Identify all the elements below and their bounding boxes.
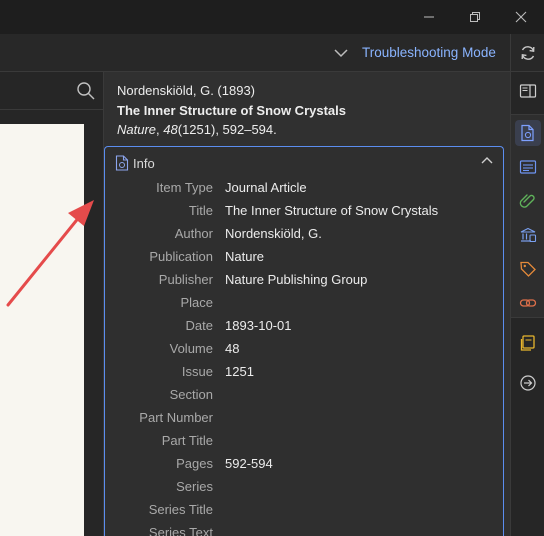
nav-libraries-button[interactable] bbox=[515, 222, 541, 248]
nav-related-button[interactable] bbox=[515, 290, 541, 316]
nav-tags-button[interactable] bbox=[515, 256, 541, 282]
sync-button[interactable] bbox=[510, 34, 544, 72]
citation-title: The Inner Structure of Snow Crystals bbox=[117, 102, 346, 118]
tag-icon bbox=[520, 261, 536, 277]
info-field-row: Series Text bbox=[105, 522, 505, 536]
info-field-value[interactable]: 1893-10-01 bbox=[225, 318, 292, 333]
libraries-icon bbox=[520, 227, 537, 243]
info-field-label: Series Title bbox=[148, 502, 213, 517]
info-field-row: Part Title bbox=[105, 430, 505, 453]
toolbar: Troubleshooting Mode bbox=[0, 34, 510, 72]
notes-icon bbox=[520, 335, 535, 351]
info-field-row: Section bbox=[105, 384, 505, 407]
info-field-label: Publisher bbox=[158, 272, 213, 287]
info-field-label: Publication bbox=[149, 249, 213, 264]
minimize-icon bbox=[424, 16, 434, 18]
info-field-row: Publication Nature bbox=[105, 246, 505, 269]
nav-abstract-button[interactable] bbox=[515, 154, 541, 180]
info-field-label: Volume bbox=[169, 341, 213, 356]
info-section-header[interactable]: Info bbox=[115, 153, 155, 173]
restore-button[interactable] bbox=[452, 0, 498, 34]
info-field-label: Pages bbox=[176, 456, 213, 471]
info-field-row: Pages 592-594 bbox=[105, 453, 505, 476]
info-field-label: Issue bbox=[181, 364, 213, 379]
info-field-value[interactable]: Journal Article bbox=[225, 180, 307, 195]
info-field-row: Place bbox=[105, 292, 505, 315]
nav-notes-button[interactable] bbox=[515, 330, 541, 356]
side-navigation bbox=[510, 72, 544, 536]
paperclip-icon bbox=[519, 194, 535, 208]
info-field-label: Part Title bbox=[161, 433, 213, 448]
section-nav-group bbox=[511, 114, 544, 318]
citation-author-year: Nordenskiöld, G. (1893) bbox=[117, 83, 256, 98]
chevron-down-icon[interactable] bbox=[332, 44, 350, 62]
info-field-label: Title bbox=[188, 203, 213, 218]
info-field-value[interactable]: Nordenskiöld, G. bbox=[225, 226, 322, 241]
info-field-label: Section bbox=[169, 387, 213, 402]
info-field-label: Item Type bbox=[156, 180, 213, 195]
search-icon[interactable] bbox=[76, 81, 96, 101]
info-field-row: Issue 1251 bbox=[105, 361, 505, 384]
title-bar bbox=[0, 0, 544, 34]
toggle-pane-button[interactable] bbox=[515, 78, 541, 104]
citation-header: Nordenskiöld, G. (1893) The Inner Struct… bbox=[117, 81, 346, 140]
info-field-value[interactable]: 592-594 bbox=[225, 456, 273, 471]
info-field-row: Series bbox=[105, 476, 505, 499]
citation-issue-pages: (1251), 592–594. bbox=[177, 122, 277, 137]
info-field-row: Volume 48 bbox=[105, 338, 505, 361]
item-pane: Nordenskiöld, G. (1893) The Inner Struct… bbox=[104, 72, 510, 536]
info-field-value[interactable]: Nature Publishing Group bbox=[225, 272, 367, 287]
info-field-label: Part Number bbox=[139, 410, 213, 425]
reader-toolbar bbox=[0, 72, 103, 110]
chevron-up-icon[interactable] bbox=[479, 153, 495, 169]
info-field-value[interactable]: 48 bbox=[225, 341, 239, 356]
info-section: Info Item Type Journal Article Title The In… bbox=[104, 146, 504, 536]
citation-source: Nature, 48(1251), 592–594. bbox=[117, 122, 277, 137]
sync-icon bbox=[521, 45, 534, 60]
info-field-label: Series bbox=[176, 479, 213, 494]
sidebar-toggle-icon bbox=[519, 84, 537, 98]
citation-volume: 48 bbox=[163, 122, 178, 137]
info-document-icon bbox=[115, 155, 129, 171]
info-field-label: Author bbox=[174, 226, 213, 241]
nav-attachments-button[interactable] bbox=[515, 188, 541, 214]
related-link-icon bbox=[519, 299, 537, 307]
info-field-row: Title The Inner Structure of Snow Crystal… bbox=[105, 200, 505, 223]
info-document-icon bbox=[521, 124, 534, 142]
minimize-button[interactable] bbox=[406, 0, 452, 34]
close-icon bbox=[515, 11, 527, 23]
locate-arrow-icon bbox=[520, 375, 536, 391]
info-field-row: Item Type Journal Article bbox=[105, 177, 505, 200]
citation-journal: Nature bbox=[117, 122, 157, 137]
info-field-value[interactable]: 1251 bbox=[225, 364, 254, 379]
restore-icon bbox=[470, 12, 480, 22]
troubleshooting-mode-link[interactable]: Troubleshooting Mode bbox=[362, 45, 496, 60]
info-field-row: Part Number bbox=[105, 407, 505, 430]
document-page[interactable] bbox=[0, 124, 84, 536]
info-field-label: Place bbox=[180, 295, 213, 310]
info-section-title: Info bbox=[133, 155, 155, 171]
info-field-value[interactable]: Nature bbox=[225, 249, 264, 264]
reader-pane bbox=[0, 72, 104, 536]
info-field-label: Series Text bbox=[148, 525, 213, 536]
info-field-label: Date bbox=[185, 318, 213, 333]
info-field-row: Series Title bbox=[105, 499, 505, 522]
close-button[interactable] bbox=[498, 0, 544, 34]
info-field-row: Date 1893-10-01 bbox=[105, 315, 505, 338]
info-field-value[interactable]: The Inner Structure of Snow Crystals bbox=[225, 203, 438, 218]
info-field-row: Author Nordenskiöld, G. bbox=[105, 223, 505, 246]
abstract-icon bbox=[519, 160, 537, 174]
info-field-row: Publisher Nature Publishing Group bbox=[105, 269, 505, 292]
locate-button[interactable] bbox=[515, 370, 541, 396]
nav-info-button[interactable] bbox=[515, 120, 541, 146]
